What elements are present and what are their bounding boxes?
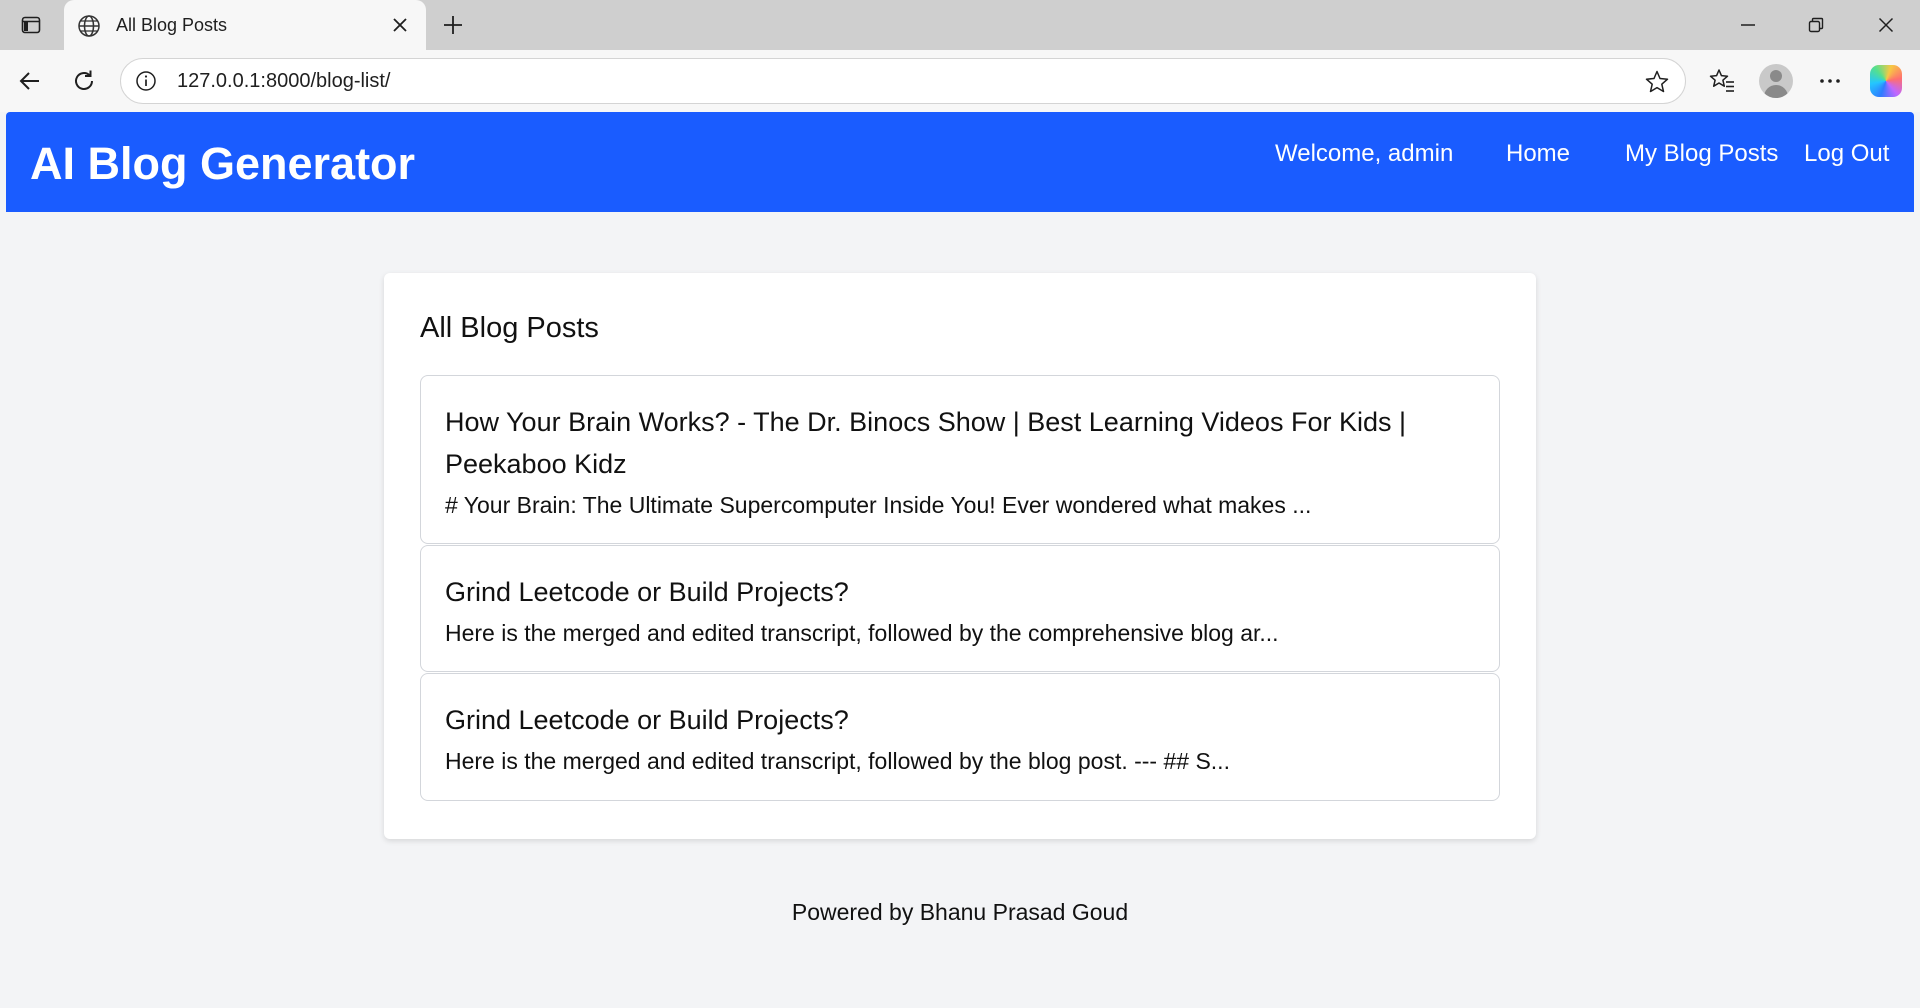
site-footer: Powered by Bhanu Prasad Goud [791, 899, 1129, 925]
tab-title: All Blog Posts [116, 15, 228, 35]
nav-home-link[interactable]: Home [1506, 140, 1570, 168]
browser-tab-bar: All Blog Posts [0, 0, 1920, 51]
info-icon[interactable] [133, 68, 159, 94]
site-brand[interactable]: AI Blog Generator [30, 138, 415, 190]
welcome-text: Welcome, admin [1275, 140, 1454, 167]
close-icon[interactable] [388, 13, 412, 37]
sidebar-toggle-icon[interactable] [14, 10, 48, 40]
plus-icon[interactable] [438, 10, 468, 40]
restore-icon[interactable] [1796, 8, 1836, 42]
avatar [1759, 64, 1793, 98]
address-bar-row: 127.0.0.1:8000/blog-list/ [0, 50, 1920, 112]
window-close-icon[interactable] [1866, 8, 1906, 42]
copilot-logo [1870, 65, 1902, 97]
blog-post-item[interactable]: Grind Leetcode or Build Projects? Here i… [420, 673, 1500, 801]
minimize-icon[interactable] [1728, 8, 1768, 42]
blog-post-excerpt: Here is the merged and edited transcript… [445, 620, 1279, 646]
blog-post-item[interactable]: How Your Brain Works? - The Dr. Binocs S… [420, 375, 1500, 544]
star-icon[interactable] [1643, 68, 1671, 96]
nav-logout-link[interactable]: Log Out [1804, 140, 1889, 168]
blog-post-title[interactable]: How Your Brain Works? - The Dr. Binocs S… [445, 401, 1475, 485]
copilot-icon[interactable] [1868, 63, 1904, 99]
profile-icon[interactable] [1758, 63, 1794, 99]
more-icon[interactable] [1812, 63, 1848, 99]
url-field[interactable]: 127.0.0.1:8000/blog-list/ [120, 58, 1686, 104]
blog-post-excerpt: Here is the merged and edited transcript… [445, 748, 1230, 774]
blog-post-excerpt: # Your Brain: The Ultimate Supercomputer… [445, 492, 1312, 518]
site-header: AI Blog Generator Welcome, admin Home My… [6, 112, 1914, 212]
favorites-icon[interactable] [1704, 63, 1740, 99]
blog-list-card: All Blog Posts How Your Brain Works? - T… [384, 273, 1536, 839]
nav-my-blog-posts-link[interactable]: My Blog Posts [1625, 140, 1778, 168]
url-text: 127.0.0.1:8000/blog-list/ [177, 69, 391, 92]
blog-post-title[interactable]: Grind Leetcode or Build Projects? [445, 699, 1475, 741]
page-viewport: AI Blog Generator Welcome, admin Home My… [6, 112, 1914, 1004]
back-icon[interactable] [12, 63, 48, 99]
reload-icon[interactable] [66, 63, 102, 99]
blog-post-item[interactable]: Grind Leetcode or Build Projects? Here i… [420, 545, 1500, 672]
globe-icon [76, 13, 102, 39]
blog-post-title[interactable]: Grind Leetcode or Build Projects? [445, 571, 1475, 613]
browser-tab[interactable]: All Blog Posts [64, 0, 426, 51]
page-title: All Blog Posts [420, 312, 599, 344]
